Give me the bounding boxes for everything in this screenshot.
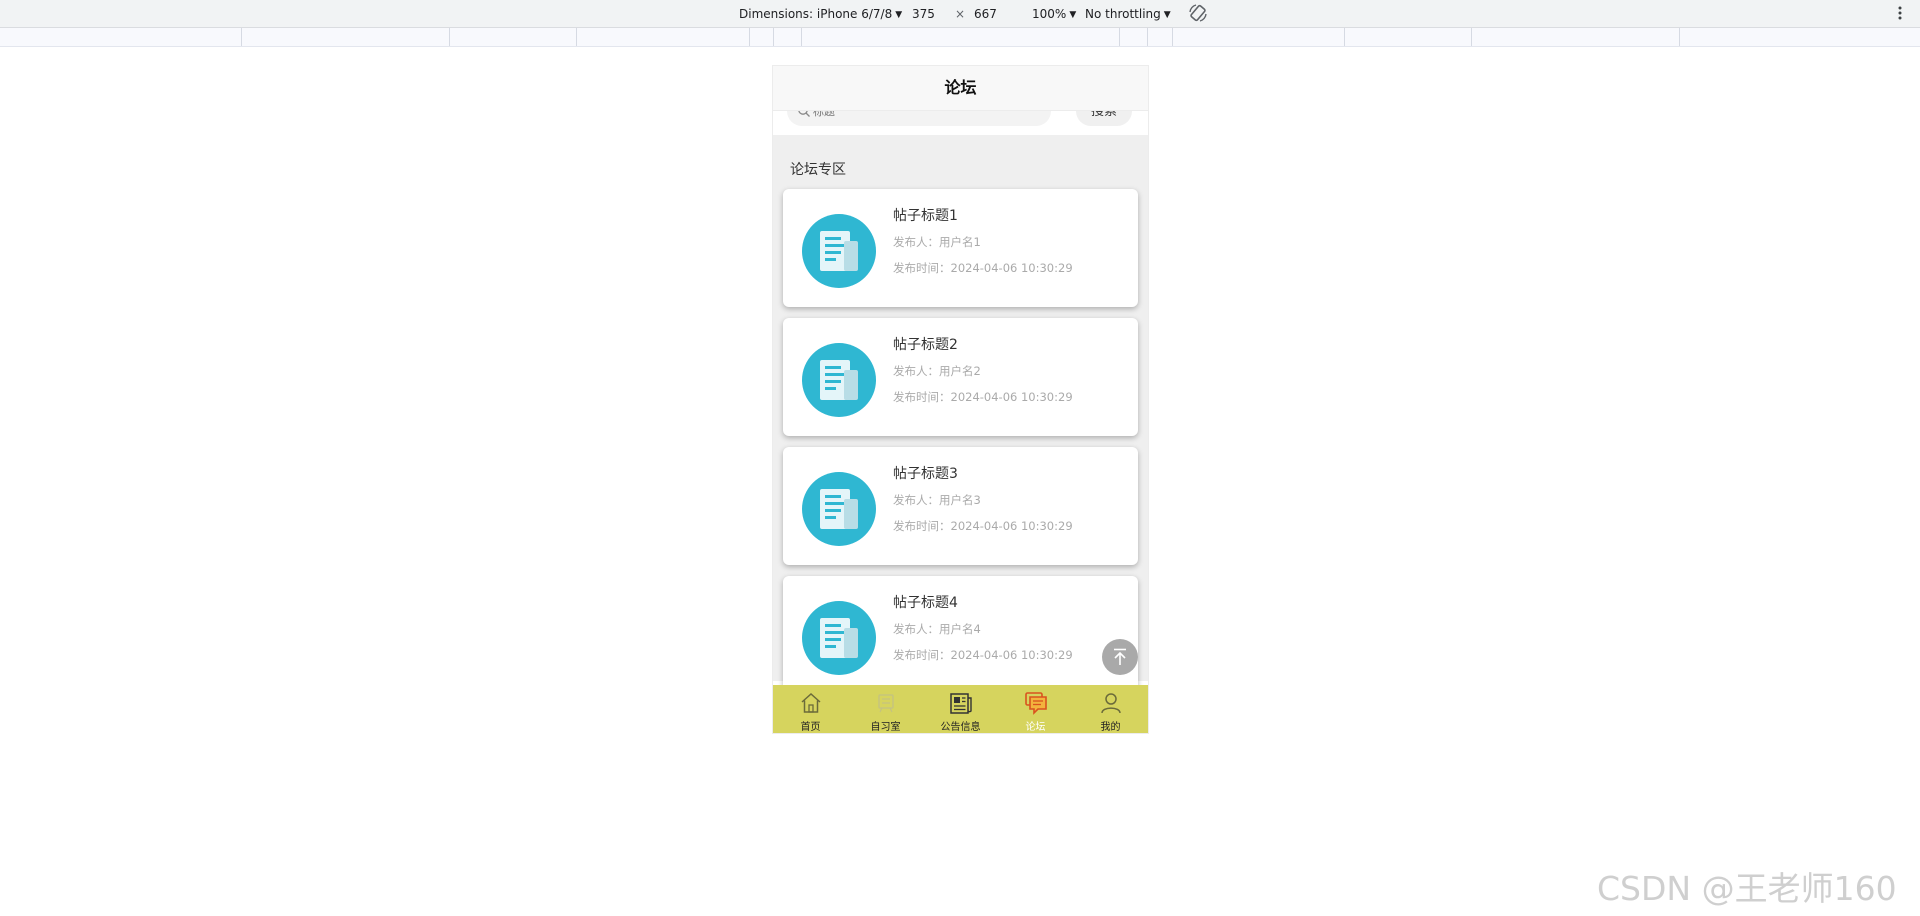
back-to-top-button[interactable]: [1102, 639, 1138, 675]
document-icon: [820, 489, 858, 529]
dimensions-label: Dimensions: iPhone 6/7/8: [739, 7, 893, 21]
post-card[interactable]: 帖子标题2 发布人：用户名2 发布时间：2024-04-06 10:30:29: [783, 318, 1138, 436]
post-thumbnail: [802, 214, 876, 288]
tab-label: 我的: [1100, 722, 1121, 733]
chat-icon: [1025, 692, 1047, 715]
post-thumbnail: [802, 472, 876, 546]
ruler-tick: [1172, 28, 1173, 46]
post-time: 发布时间：2024-04-06 10:30:29: [893, 261, 1073, 275]
tab-home[interactable]: 首页: [773, 685, 848, 733]
ruler-tick: [1471, 28, 1472, 46]
ruler-tick: [449, 28, 450, 46]
post-time: 发布时间：2024-04-06 10:30:29: [893, 519, 1073, 533]
nav-bar-title: 论坛: [773, 66, 1148, 111]
document-icon: [820, 231, 858, 271]
post-time: 发布时间：2024-04-06 10:30:29: [893, 390, 1073, 404]
rotate-icon[interactable]: [1188, 3, 1208, 23]
tab-label: 首页: [800, 722, 821, 733]
tab-mine[interactable]: 我的: [1073, 685, 1148, 733]
width-input[interactable]: 375: [912, 7, 935, 21]
ruler-tick: [1679, 28, 1680, 46]
tab-forum[interactable]: 论坛: [998, 685, 1073, 733]
ruler-tick: [241, 28, 242, 46]
caret-down-icon: ▼: [895, 10, 903, 20]
tab-study-room[interactable]: 自习室: [848, 685, 923, 733]
height-input[interactable]: 667: [974, 7, 997, 21]
tab-label: 公告信息: [940, 722, 981, 733]
post-title: 帖子标题2: [893, 337, 958, 353]
newspaper-icon: [950, 693, 972, 714]
throttling-dropdown[interactable]: No throttling ▼: [1085, 7, 1171, 22]
post-card[interactable]: 帖子标题1 发布人：用户名1 发布时间：2024-04-06 10:30:29: [783, 189, 1138, 307]
bottom-tab-bar: 首页 自习室 公告信息 论坛 我的: [773, 685, 1148, 733]
ruler-tick: [801, 28, 802, 46]
ruler-tick: [576, 28, 577, 46]
tab-label: 论坛: [1025, 722, 1046, 733]
post-author: 发布人：用户名4: [893, 622, 981, 636]
search-button[interactable]: 搜索: [1076, 110, 1132, 126]
post-thumbnail: [802, 601, 876, 675]
search-box[interactable]: [787, 110, 1051, 126]
post-author: 发布人：用户名1: [893, 235, 981, 249]
post-title: 帖子标题1: [893, 208, 958, 224]
arrow-up-to-top-icon: [1114, 648, 1126, 665]
zoom-dropdown[interactable]: 100% ▼: [1032, 7, 1076, 22]
section-title: 论坛专区: [790, 162, 846, 178]
study-room-icon: [878, 694, 894, 713]
post-title: 帖子标题4: [893, 595, 958, 611]
forum-content: 论坛专区 帖子标题1 发布人：用户名1 发布时间：2024-04-06 10:3…: [773, 135, 1148, 694]
tab-label: 自习室: [870, 722, 901, 733]
post-time: 发布时间：2024-04-06 10:30:29: [893, 648, 1073, 662]
ruler-tick: [749, 28, 750, 46]
user-icon: [1101, 693, 1121, 714]
zoom-label: 100%: [1032, 7, 1067, 21]
document-icon: [820, 618, 858, 658]
post-author: 发布人：用户名3: [893, 493, 981, 507]
post-card[interactable]: 帖子标题3 发布人：用户名3 发布时间：2024-04-06 10:30:29: [783, 447, 1138, 565]
caret-down-icon: ▼: [1163, 10, 1171, 20]
mobile-viewport: 论坛 搜索 论坛专区 帖子标题1: [773, 66, 1148, 733]
post-title: 帖子标题3: [893, 466, 958, 482]
search-input[interactable]: [813, 110, 1033, 119]
media-query-ruler: [0, 28, 1920, 47]
caret-down-icon: ▼: [1069, 10, 1077, 20]
post-card[interactable]: 帖子标题4 发布人：用户名4 发布时间：2024-04-06 10:30:29: [783, 576, 1138, 694]
post-thumbnail: [802, 343, 876, 417]
document-icon: [820, 360, 858, 400]
kebab-menu-icon[interactable]: [1897, 5, 1903, 21]
search-icon: [798, 110, 810, 117]
post-author: 发布人：用户名2: [893, 364, 981, 378]
devtools-device-toolbar: Dimensions: iPhone 6/7/8 ▼ 375 × 667 100%…: [0, 0, 1920, 28]
ruler-tick: [1119, 28, 1120, 46]
tab-announcements[interactable]: 公告信息: [923, 685, 998, 733]
ruler-tick: [773, 28, 774, 46]
search-bar: 搜索: [773, 110, 1148, 135]
dimensions-dropdown[interactable]: Dimensions: iPhone 6/7/8 ▼: [739, 7, 902, 22]
throttling-label: No throttling: [1085, 7, 1161, 21]
watermark: CSDN @王老师160: [1597, 869, 1897, 908]
ruler-tick: [1147, 28, 1148, 46]
home-icon: [801, 692, 821, 713]
ruler-tick: [1344, 28, 1345, 46]
times-sign: ×: [955, 7, 966, 21]
